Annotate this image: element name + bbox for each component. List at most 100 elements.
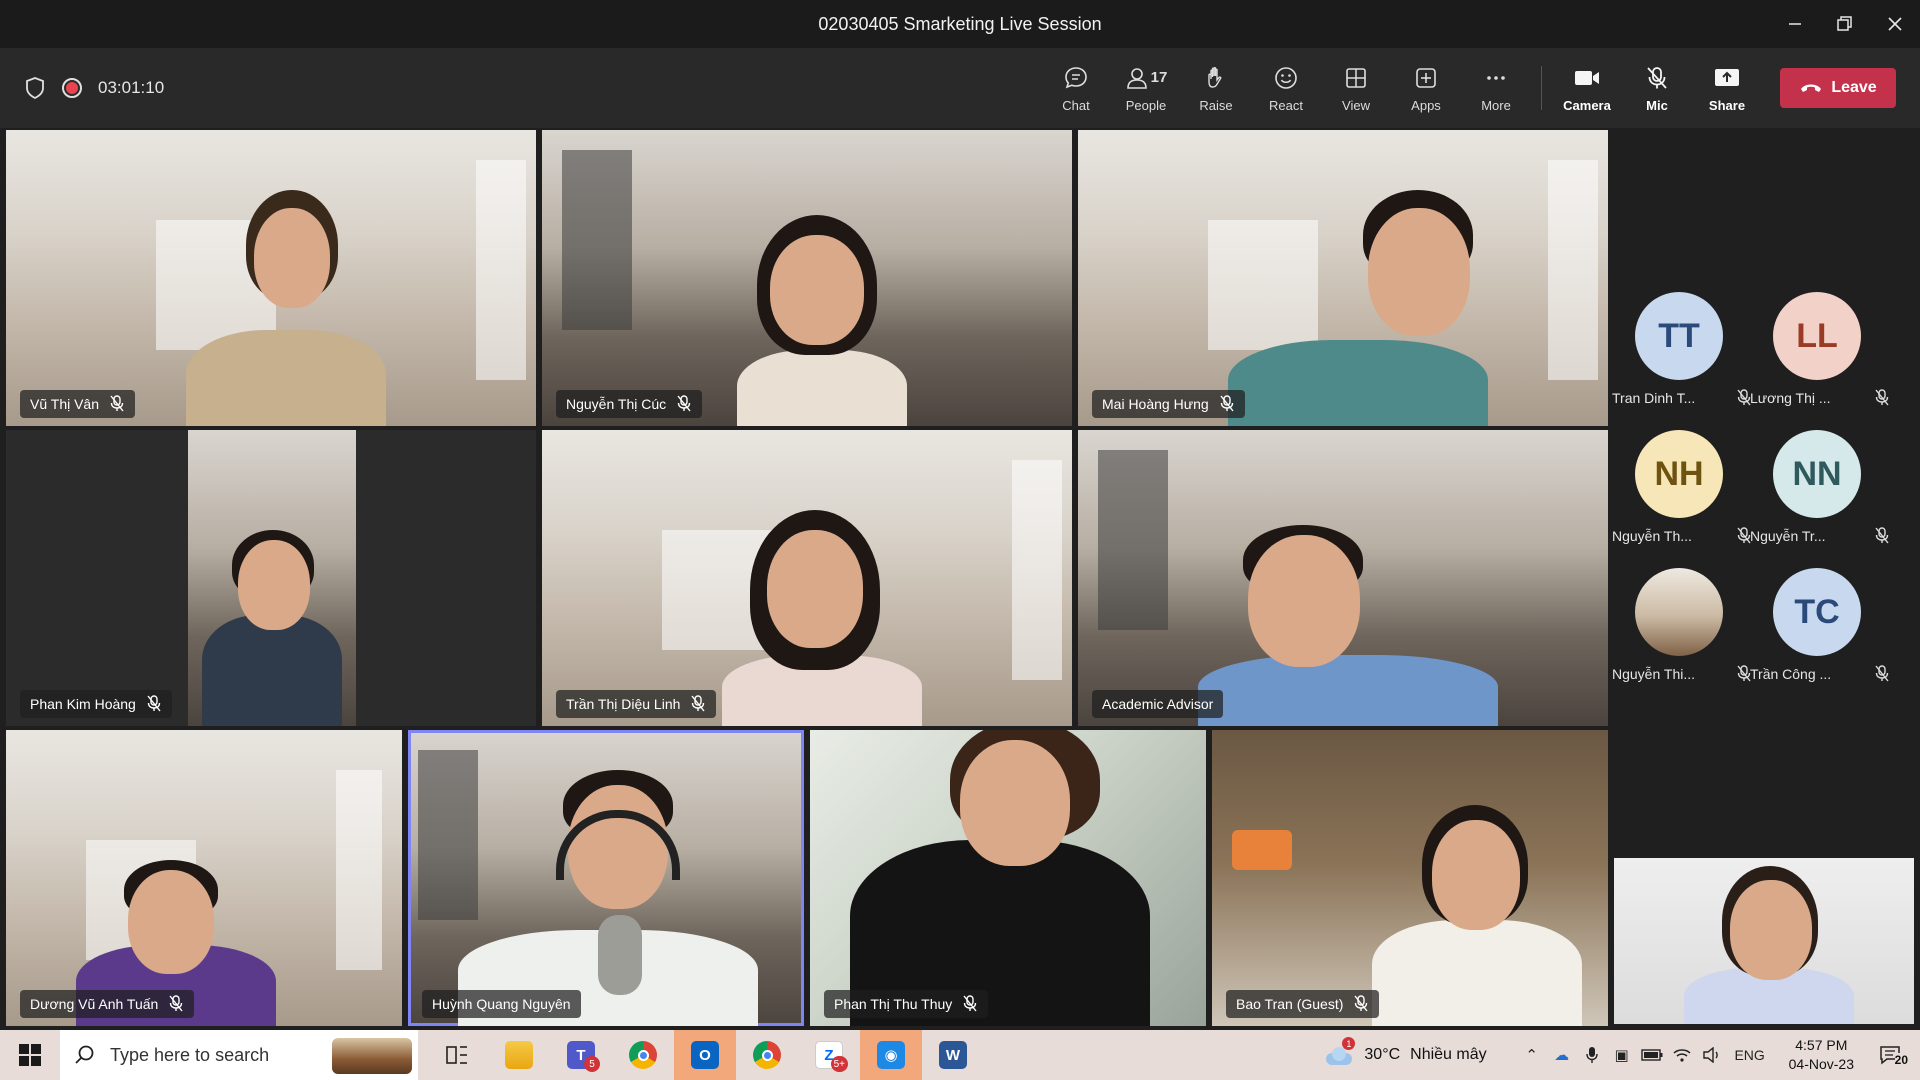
people-icon [1126,67,1147,89]
name-tag: Academic Advisor [1092,690,1224,718]
video-tile-bao-tran-guest[interactable]: Bao Tran (Guest) [1212,730,1608,1026]
roster-name: Nguyễn Th... [1612,528,1692,544]
restore-button[interactable] [1820,0,1870,48]
taskbar-search[interactable]: Type here to search [60,1030,418,1080]
outlook-button[interactable]: O [674,1030,736,1080]
mic-off-icon [963,995,977,1012]
minimize-button[interactable] [1770,0,1820,48]
chat-icon [1065,66,1087,88]
wifi-icon[interactable] [1667,1047,1697,1063]
people-button[interactable]: 17 People [1111,53,1181,123]
roster-item[interactable]: NH Nguyễn Th... [1612,430,1752,560]
task-view-button[interactable] [426,1030,488,1080]
participant-name: Trần Thị Diệu Linh [566,696,681,712]
word-button[interactable]: W [922,1030,984,1080]
name-tag: Huỳnh Quang Nguyên [422,990,581,1018]
chat-button[interactable]: Chat [1041,53,1111,123]
camera-app-button[interactable]: ◉ [860,1030,922,1080]
zalo-button[interactable]: Z 5+ [798,1030,860,1080]
roster-item[interactable]: TC Trần Công ... [1750,568,1890,698]
video-tile-huynh-quang-nguyen[interactable]: Huỳnh Quang Nguyên [408,730,804,1026]
apps-label: Apps [1411,97,1441,113]
video-tile-tran-thi-dieu-linh[interactable]: Trần Thị Diệu Linh [542,430,1072,726]
minimize-icon [1789,23,1801,25]
weather-widget[interactable]: 1 30°C Nhiều mây [1324,1037,1487,1067]
teams-button[interactable]: T 5 [550,1030,612,1080]
participant-name: Mai Hoàng Hưng [1102,396,1209,412]
more-button[interactable]: More [1461,53,1531,123]
notification-count: 20 [1894,1053,1908,1067]
name-tag: Mai Hoàng Hưng [1092,390,1245,418]
language-label: ENG [1734,1047,1765,1063]
mic-off-icon [110,395,124,412]
close-button[interactable] [1870,0,1920,48]
video-tile-duong-vu-anh-tuan[interactable]: Dương Vũ Anh Tuấn [6,730,402,1026]
microphone-icon[interactable] [1577,1046,1607,1064]
react-button[interactable]: React [1251,53,1321,123]
video-tile-mai-hoang-hung[interactable]: Mai Hoàng Hưng [1078,130,1608,426]
weather-description: Nhiều mây [1410,1046,1487,1063]
participant-name: Academic Advisor [1102,696,1214,712]
roster-item[interactable]: LL Lương Thị ... [1750,292,1890,422]
outlook-icon: O [691,1041,719,1069]
avatar-photo [1635,568,1723,656]
video-tile-phan-kim-hoang[interactable]: Phan Kim Hoàng [6,430,536,726]
raise-hand-button[interactable]: Raise [1181,53,1251,123]
file-explorer-button[interactable] [488,1030,550,1080]
teams-badge: 5 [584,1056,600,1072]
mic-button[interactable]: Mic [1622,53,1692,123]
mic-off-icon [1875,665,1889,682]
chrome-profile-button[interactable] [612,1030,674,1080]
mic-off-icon [1647,66,1667,89]
mic-off-icon [169,995,183,1012]
zalo-badge: 5+ [830,1056,848,1072]
roster-name: Lương Thị ... [1750,390,1831,406]
windows-taskbar: Type here to search T 5 O Z 5+ ◉ W 1 30°… [0,1030,1920,1080]
clock-time: 4:57 PM [1795,1037,1848,1053]
close-icon [1888,17,1902,31]
roster-item[interactable]: Nguyễn Thi... [1612,568,1752,698]
roster-name: Nguyễn Thi... [1612,666,1696,682]
volume-icon[interactable] [1697,1047,1727,1063]
name-tag: Nguyễn Thị Cúc [556,390,703,418]
view-button[interactable]: View [1321,53,1391,123]
view-layout-icon [1346,67,1366,88]
camera-icon [1575,70,1599,85]
network-icon[interactable]: ▣ [1607,1046,1637,1064]
share-button[interactable]: Share [1692,53,1762,123]
notification-center-button[interactable]: 20 [1870,1045,1910,1067]
window-title: 02030405 Smarketing Live Session [818,13,1102,34]
video-tile-vu-thi-van[interactable]: Vũ Thị Vân [6,130,536,426]
chevron-up-icon[interactable]: ⌃ [1517,1046,1547,1064]
start-button[interactable] [0,1030,60,1080]
roster-name: Trần Công ... [1750,666,1832,682]
chrome-button[interactable] [736,1030,798,1080]
name-tag: Trần Thị Diệu Linh [556,690,717,718]
onedrive-icon[interactable]: ☁ [1547,1046,1577,1064]
chrome-icon [753,1041,781,1069]
participant-name: Bao Tran (Guest) [1236,996,1344,1012]
weather-alert: 1 [1342,1037,1356,1050]
leave-button[interactable]: Leave [1780,68,1896,108]
mic-off-icon [691,695,705,712]
language-indicator[interactable]: ENG [1727,1047,1773,1063]
meeting-timer: 03:01:10 [98,78,165,97]
hang-up-icon [1801,84,1822,92]
avatar: LL [1773,292,1861,380]
task-view-icon [446,1046,467,1064]
self-view-video[interactable] [1614,858,1914,1024]
windows-logo-icon [19,1044,41,1066]
video-tile-nguyen-thi-cuc[interactable]: Nguyễn Thị Cúc [542,130,1072,426]
shield-icon[interactable] [24,76,46,100]
meeting-toolbar: 03:01:10 Chat 17 People Raise React View… [0,48,1920,128]
video-tile-academic-advisor[interactable]: Academic Advisor [1078,430,1608,726]
video-tile-phan-thi-thu-thuy[interactable]: Phan Thị Thu Thuy [810,730,1206,1026]
apps-button[interactable]: Apps [1391,53,1461,123]
camera-button[interactable]: Camera [1552,53,1622,123]
roster-item[interactable]: TT Tran Dinh T... [1612,292,1752,422]
battery-icon[interactable] [1637,1049,1667,1061]
roster-item[interactable]: NN Nguyễn Tr... [1750,430,1890,560]
mic-off-icon [677,395,691,412]
clock[interactable]: 4:57 PM 04-Nov-23 [1789,1036,1854,1074]
chrome-icon [629,1041,657,1069]
